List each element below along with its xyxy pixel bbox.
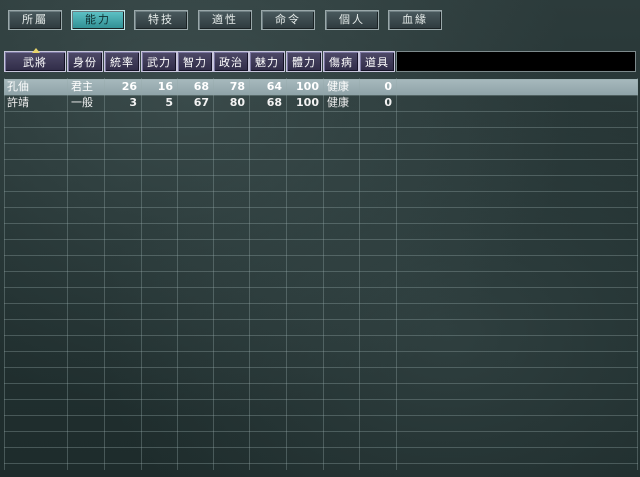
cell-items: 0 [384,80,392,93]
column-header-politics[interactable]: 政治 [213,51,249,72]
officer-table: 武將 身份 統率 武力 智力 政治 魅力 體力 傷病 道具 孔伷 君主 26 1… [4,48,638,471]
grid-hline [4,143,638,144]
header-filler [396,51,636,72]
tab-command[interactable]: 命令 [261,10,315,30]
grid-vline [323,78,324,470]
cell-intelligence: 67 [193,96,209,109]
column-header-war[interactable]: 武力 [141,51,177,72]
cell-politics: 80 [229,96,245,109]
grid-hline [4,159,638,160]
grid-hline [4,207,638,208]
cell-rank: 君主 [71,80,93,93]
column-header-charisma[interactable]: 魅力 [249,51,285,72]
grid-vline [396,78,397,470]
column-header-stamina[interactable]: 體力 [286,51,322,72]
cell-leadership: 26 [121,80,137,93]
grid-hline [4,95,638,96]
cell-items: 0 [384,96,392,109]
grid-hline [4,175,638,176]
cell-rank: 一般 [71,96,93,109]
grid-hline [4,399,638,400]
cell-intelligence: 68 [193,80,209,93]
sort-indicator-icon [32,48,40,53]
grid-hline [4,447,638,448]
cell-charisma: 68 [266,96,282,109]
column-header-injury[interactable]: 傷病 [323,51,359,72]
grid-hline [4,463,638,464]
grid-hline [4,223,638,224]
cell-stamina: 100 [296,96,319,109]
grid-hline [4,319,638,320]
column-header-intelligence[interactable]: 智力 [177,51,213,72]
column-header-label: 武將 [23,56,47,69]
grid-vline [249,78,250,470]
tab-lineage[interactable]: 血緣 [388,10,442,30]
column-header-items[interactable]: 道具 [359,51,395,72]
cell-war: 5 [165,96,173,109]
tab-personal[interactable]: 個人 [325,10,379,30]
cell-injury: 健康 [327,96,349,109]
table-body: 孔伷 君主 26 16 68 78 64 100 健康 0 許靖 一般 3 5 … [4,78,638,470]
column-header-officer[interactable]: 武將 [4,48,66,72]
tab-special-skills[interactable]: 特技 [134,10,188,30]
grid-hline [4,303,638,304]
cell-stamina: 100 [296,80,319,93]
tab-aptitude[interactable]: 適性 [198,10,252,30]
column-header-rank[interactable]: 身份 [67,51,103,72]
table-row[interactable]: 孔伷 君主 26 16 68 78 64 100 健康 0 [4,79,638,95]
cell-politics: 78 [229,80,245,93]
grid-vline [637,78,638,470]
grid-hline [4,255,638,256]
cell-leadership: 3 [129,96,137,109]
cell-officer-name: 孔伷 [7,80,29,93]
table-row[interactable]: 許靖 一般 3 5 67 80 68 100 健康 0 [4,95,638,111]
tab-affiliation[interactable]: 所屬 [8,10,62,30]
cell-war: 16 [157,80,173,93]
grid-vline [359,78,360,470]
grid-vline [104,78,105,470]
grid-hline [4,287,638,288]
grid-hline [4,351,638,352]
cell-charisma: 64 [266,80,282,93]
grid-hline [4,79,638,80]
grid-vline [286,78,287,470]
grid-hline [4,367,638,368]
grid-hline [4,111,638,112]
grid-hline [4,335,638,336]
grid-vline [141,78,142,470]
cell-officer-name: 許靖 [7,96,29,109]
grid-vline [4,78,5,470]
tab-ability[interactable]: 能力 [71,10,125,30]
grid-hline [4,415,638,416]
grid-hline [4,127,638,128]
grid-vline [67,78,68,470]
grid-hline [4,431,638,432]
grid-hline [4,191,638,192]
column-header-leadership[interactable]: 統率 [104,51,140,72]
grid-hline [4,271,638,272]
grid-hline [4,239,638,240]
grid-vline [177,78,178,470]
grid-hline [4,383,638,384]
cell-injury: 健康 [327,80,349,93]
grid-vline [213,78,214,470]
